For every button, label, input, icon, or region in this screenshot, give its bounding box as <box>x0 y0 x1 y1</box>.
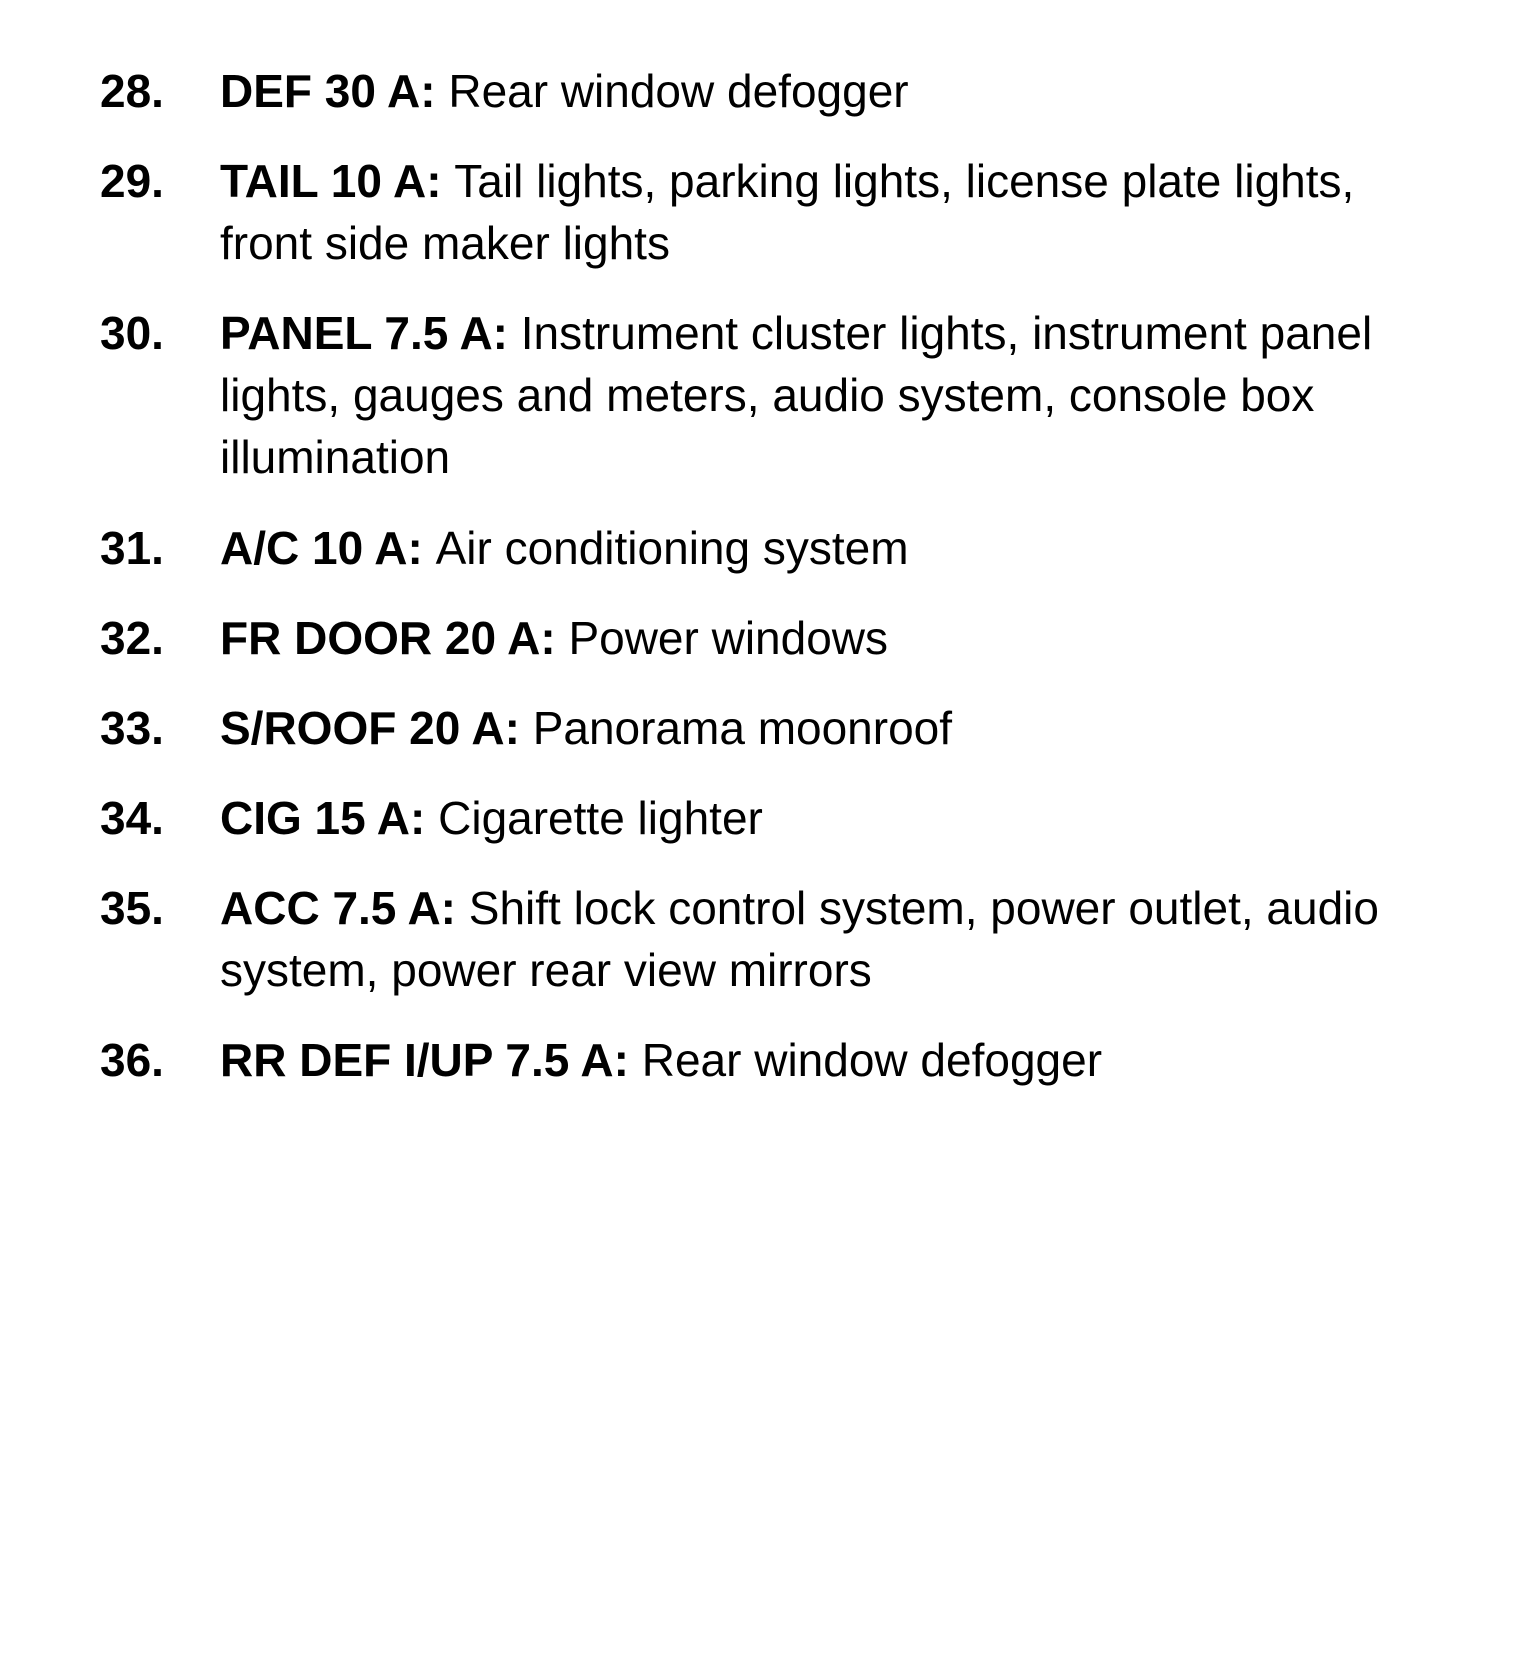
fuse-number: 28. <box>100 60 220 122</box>
fuse-content: CIG 15 A: Cigarette lighter <box>220 787 1446 849</box>
fuse-content: S/ROOF 20 A: Panorama moonroof <box>220 697 1446 759</box>
fuse-description: Air conditioning system <box>436 522 909 574</box>
fuse-content: A/C 10 A: Air conditioning system <box>220 517 1446 579</box>
fuse-item: 33.S/ROOF 20 A: Panorama moonroof <box>100 697 1446 759</box>
fuse-code: ACC 7.5 A: <box>220 882 469 934</box>
fuse-code: A/C 10 A: <box>220 522 436 574</box>
fuse-content: DEF 30 A: Rear window defogger <box>220 60 1446 122</box>
fuse-content: FR DOOR 20 A: Power windows <box>220 607 1446 669</box>
fuse-content: PANEL 7.5 A: Instrument cluster lights, … <box>220 302 1446 488</box>
fuse-item: 29.TAIL 10 A: Tail lights, parking light… <box>100 150 1446 274</box>
fuse-code: CIG 15 A: <box>220 792 438 844</box>
fuse-number: 34. <box>100 787 220 849</box>
fuse-code: TAIL 10 A: <box>220 155 454 207</box>
fuse-description: Rear window defogger <box>448 65 908 117</box>
fuse-number: 32. <box>100 607 220 669</box>
fuse-item: 36.RR DEF I/UP 7.5 A: Rear window defogg… <box>100 1029 1446 1091</box>
fuse-item: 30.PANEL 7.5 A: Instrument cluster light… <box>100 302 1446 488</box>
fuse-item: 32.FR DOOR 20 A: Power windows <box>100 607 1446 669</box>
fuse-description: Rear window defogger <box>642 1034 1102 1086</box>
fuse-description: Power windows <box>568 612 888 664</box>
fuse-number: 29. <box>100 150 220 212</box>
fuse-content: RR DEF I/UP 7.5 A: Rear window defogger <box>220 1029 1446 1091</box>
fuse-code: S/ROOF 20 A: <box>220 702 533 754</box>
fuse-number: 30. <box>100 302 220 364</box>
fuse-code: FR DOOR 20 A: <box>220 612 568 664</box>
fuse-description: Panorama moonroof <box>533 702 952 754</box>
fuse-code: DEF 30 A: <box>220 65 448 117</box>
fuse-item: 35.ACC 7.5 A: Shift lock control system,… <box>100 877 1446 1001</box>
fuse-content: TAIL 10 A: Tail lights, parking lights, … <box>220 150 1446 274</box>
fuse-number: 36. <box>100 1029 220 1091</box>
fuse-item: 31.A/C 10 A: Air conditioning system <box>100 517 1446 579</box>
fuse-list: 28.DEF 30 A: Rear window defogger29.TAIL… <box>100 60 1446 1091</box>
fuse-code: PANEL 7.5 A: <box>220 307 521 359</box>
fuse-number: 35. <box>100 877 220 939</box>
fuse-number: 33. <box>100 697 220 759</box>
fuse-number: 31. <box>100 517 220 579</box>
fuse-item: 28.DEF 30 A: Rear window defogger <box>100 60 1446 122</box>
fuse-content: ACC 7.5 A: Shift lock control system, po… <box>220 877 1446 1001</box>
fuse-item: 34.CIG 15 A: Cigarette lighter <box>100 787 1446 849</box>
fuse-code: RR DEF I/UP 7.5 A: <box>220 1034 642 1086</box>
fuse-description: Cigarette lighter <box>438 792 763 844</box>
